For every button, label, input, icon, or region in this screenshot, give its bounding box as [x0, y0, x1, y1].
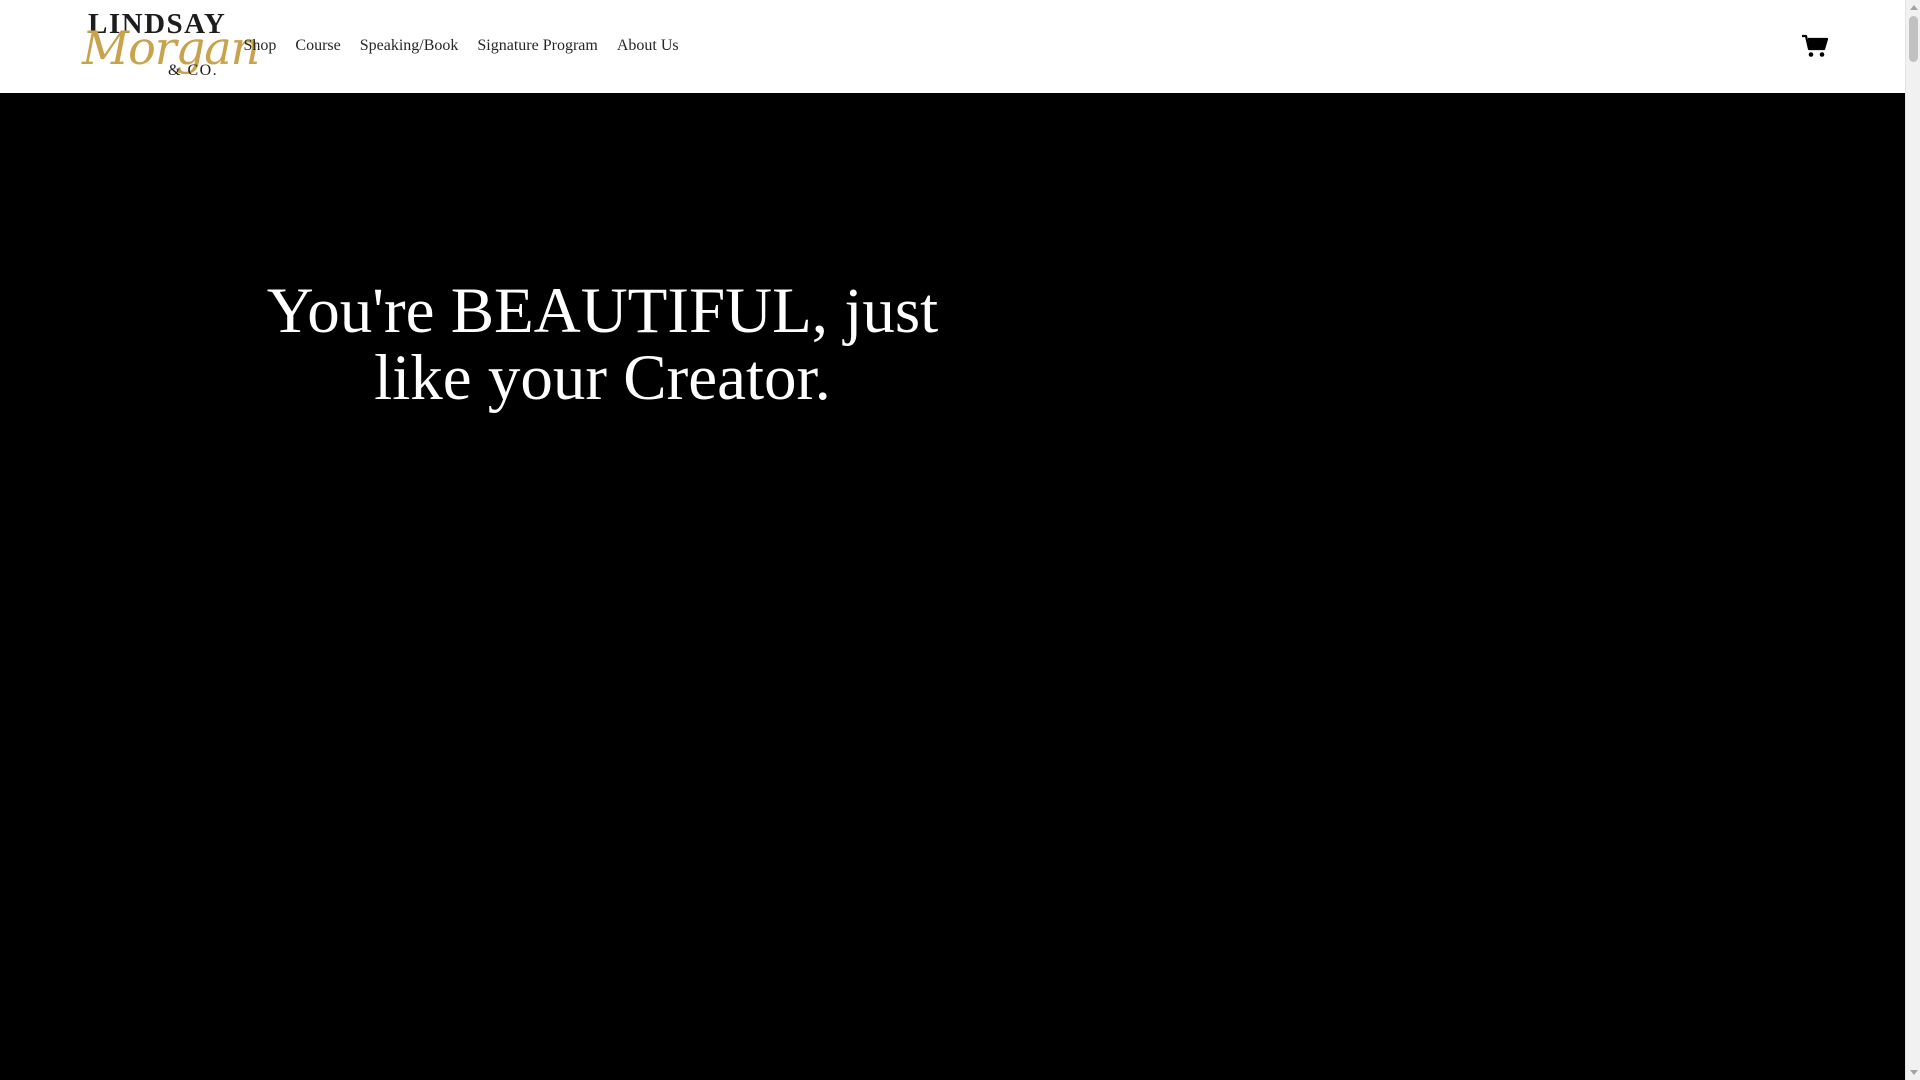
scroll-thumb[interactable]	[1909, 16, 1918, 62]
hero-section: You're BEAUTIFUL, just like your Creator…	[0, 93, 1905, 1080]
cart-button[interactable]	[1802, 34, 1829, 58]
hero-title: You're BEAUTIFUL, just like your Creator…	[266, 275, 939, 414]
main-navigation: Shop Course Speaking/Book Signature Prog…	[234, 34, 688, 58]
nav-item-signature-program[interactable]: Signature Program	[468, 34, 607, 58]
nav-item-about-us[interactable]: About Us	[607, 34, 688, 58]
nav-item-speaking-book[interactable]: Speaking/Book	[350, 34, 468, 58]
cart-icon	[1802, 34, 1829, 57]
nav-item-shop[interactable]: Shop	[234, 34, 286, 58]
scroll-down-arrow-icon[interactable]	[1910, 1070, 1918, 1075]
nav-item-course[interactable]: Course	[286, 34, 350, 58]
site-header: LINDSAY Morgan & CO. Shop Course Speakin…	[0, 0, 1905, 93]
scroll-up-arrow-icon[interactable]	[1910, 5, 1918, 10]
logo-wordmark-co: & CO.	[168, 62, 219, 79]
site-logo[interactable]: LINDSAY Morgan & CO.	[82, 8, 260, 84]
page-scrollbar[interactable]	[1905, 0, 1920, 1080]
